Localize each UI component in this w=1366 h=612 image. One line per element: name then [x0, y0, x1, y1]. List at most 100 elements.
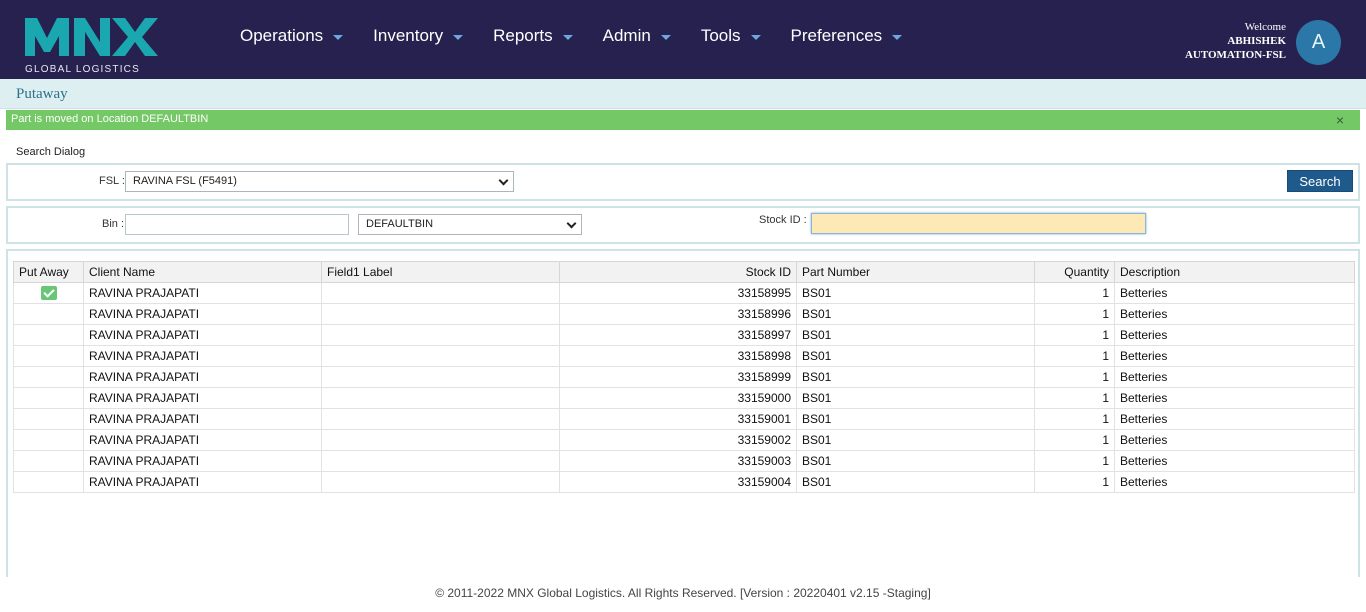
table-row[interactable]: RAVINA PRAJAPATI 33158997 BS01 1 Betteries [13, 324, 1355, 346]
quantity-cell: 1 [1034, 471, 1115, 493]
client-name-cell: RAVINA PRAJAPATI [83, 324, 322, 346]
part-number-cell: BS01 [796, 387, 1035, 409]
stock-id-input[interactable] [811, 213, 1146, 234]
col-quantity[interactable]: Quantity [1034, 261, 1115, 283]
search-dialog-title: Search Dialog [16, 146, 86, 158]
put-away-cell[interactable] [13, 303, 84, 325]
table-row[interactable]: RAVINA PRAJAPATI 33159004 BS01 1 Betteries [13, 471, 1355, 493]
stock-id-cell: 33159000 [559, 387, 797, 409]
search-button[interactable]: Search [1287, 170, 1353, 192]
client-name-cell: RAVINA PRAJAPATI [83, 408, 322, 430]
checkmark-icon[interactable] [40, 286, 57, 301]
description-cell: Betteries [1114, 303, 1355, 325]
put-away-cell[interactable] [13, 345, 84, 367]
table-row[interactable]: RAVINA PRAJAPATI 33158998 BS01 1 Betteries [13, 345, 1355, 367]
chevron-down-icon [750, 34, 761, 40]
put-away-cell[interactable] [13, 471, 84, 493]
stock-id-cell: 33159002 [559, 429, 797, 451]
fsl-select[interactable]: RAVINA FSL (F5491) [125, 171, 514, 192]
nav-inventory[interactable]: Inventory [373, 24, 464, 48]
table-row[interactable]: RAVINA PRAJAPATI 33159001 BS01 1 Betteries [13, 408, 1355, 430]
stock-id-label: Stock ID : [759, 214, 807, 226]
table-row[interactable]: RAVINA PRAJAPATI 33158996 BS01 1 Betteries [13, 303, 1355, 325]
part-number-cell: BS01 [796, 366, 1035, 388]
col-part-number[interactable]: Part Number [796, 261, 1035, 283]
field1-cell [321, 324, 560, 346]
table-row[interactable]: RAVINA PRAJAPATI 33159002 BS01 1 Betteries [13, 429, 1355, 451]
field1-cell [321, 387, 560, 409]
success-alert: Part is moved on Location DEFAULTBIN × [6, 110, 1360, 130]
put-away-cell[interactable] [13, 324, 84, 346]
nav-preferences[interactable]: Preferences [791, 24, 903, 48]
put-away-cell[interactable] [13, 450, 84, 472]
bin-select[interactable]: DEFAULTBIN [358, 214, 582, 235]
quantity-cell: 1 [1034, 387, 1115, 409]
quantity-cell: 1 [1034, 324, 1115, 346]
nav-admin[interactable]: Admin [603, 24, 671, 48]
put-away-cell[interactable] [13, 408, 84, 430]
description-cell: Betteries [1114, 282, 1355, 304]
nav-tools[interactable]: Tools [701, 24, 761, 48]
table-row[interactable]: RAVINA PRAJAPATI 33159000 BS01 1 Betteries [13, 387, 1355, 409]
chevron-down-icon [566, 218, 577, 229]
col-put-away[interactable]: Put Away [13, 261, 84, 283]
col-stock-id[interactable]: Stock ID [559, 261, 797, 283]
stock-id-cell: 33158996 [559, 303, 797, 325]
field1-cell [321, 450, 560, 472]
fsl-select-value: RAVINA FSL (F5491) [133, 175, 237, 187]
description-cell: Betteries [1114, 387, 1355, 409]
table-row[interactable]: RAVINA PRAJAPATI 33158999 BS01 1 Betteries [13, 366, 1355, 388]
chevron-down-icon [562, 34, 573, 40]
description-cell: Betteries [1114, 471, 1355, 493]
user-last-name: AUTOMATION-FSL [1184, 49, 1286, 61]
field1-cell [321, 282, 560, 304]
description-cell: Betteries [1114, 429, 1355, 451]
chevron-down-icon [892, 34, 903, 40]
nav-label: Admin [602, 26, 651, 45]
avatar[interactable]: A [1296, 20, 1341, 65]
nav-label: Tools [700, 26, 741, 45]
bin-label: Bin : [102, 218, 125, 230]
nav-operations[interactable]: Operations [240, 24, 344, 48]
chevron-down-icon [498, 175, 509, 186]
quantity-cell: 1 [1034, 429, 1115, 451]
quantity-cell: 1 [1034, 345, 1115, 367]
nav-label: Preferences [790, 26, 883, 45]
part-number-cell: BS01 [796, 429, 1035, 451]
part-number-cell: BS01 [796, 282, 1035, 304]
bin-input[interactable] [125, 214, 349, 235]
description-cell: Betteries [1114, 345, 1355, 367]
description-cell: Betteries [1114, 324, 1355, 346]
field1-cell [321, 408, 560, 430]
quantity-cell: 1 [1034, 450, 1115, 472]
col-client-name[interactable]: Client Name [83, 261, 322, 283]
field1-cell [321, 345, 560, 367]
putaway-table: Put Away Client Name Field1 Label Stock … [13, 261, 1355, 493]
nav-reports[interactable]: Reports [493, 24, 573, 48]
nav-label: Reports [493, 26, 553, 45]
stock-id-cell: 33159001 [559, 408, 797, 430]
put-away-cell[interactable] [13, 366, 84, 388]
client-name-cell: RAVINA PRAJAPATI [83, 387, 322, 409]
col-field1-label[interactable]: Field1 Label [321, 261, 560, 283]
col-description[interactable]: Description [1114, 261, 1355, 283]
description-cell: Betteries [1114, 408, 1355, 430]
footer-copyright: © 2011-2022 MNX Global Logistics. All Ri… [435, 586, 931, 600]
part-number-cell: BS01 [796, 345, 1035, 367]
chevron-down-icon [660, 34, 671, 40]
table-row[interactable]: RAVINA PRAJAPATI 33159003 BS01 1 Betteries [13, 450, 1355, 472]
bin-panel: Bin : DEFAULTBIN Stock ID : [6, 206, 1360, 244]
fsl-panel: FSL : RAVINA FSL (F5491) Search [6, 163, 1360, 201]
client-name-cell: RAVINA PRAJAPATI [83, 450, 322, 472]
mnx-logo[interactable]: GLOBAL LOGISTICS [24, 12, 160, 76]
part-number-cell: BS01 [796, 303, 1035, 325]
put-away-cell[interactable] [13, 282, 84, 304]
client-name-cell: RAVINA PRAJAPATI [83, 282, 322, 304]
main-nav: Operations Inventory Reports Admin Tools… [240, 24, 932, 48]
client-name-cell: RAVINA PRAJAPATI [83, 471, 322, 493]
put-away-cell[interactable] [13, 429, 84, 451]
close-icon[interactable]: × [1336, 112, 1344, 128]
put-away-cell[interactable] [13, 387, 84, 409]
table-row[interactable]: RAVINA PRAJAPATI 33158995 BS01 1 Betteries [13, 282, 1355, 304]
quantity-cell: 1 [1034, 408, 1115, 430]
